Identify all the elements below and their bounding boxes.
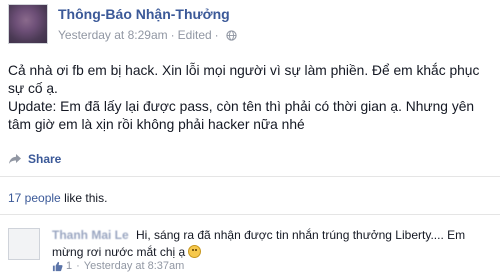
poster-name[interactable]: Thông-Báo Nhận-Thưởng: [58, 6, 230, 22]
comment-actions: 1 · Yesterday at 8:37am: [52, 260, 184, 272]
like-thumb-icon[interactable]: [52, 261, 63, 272]
smiley-emoji-icon: [188, 245, 202, 258]
action-separator: ·: [76, 260, 80, 272]
commenter-avatar[interactable]: [8, 228, 40, 260]
comment: Thanh Mai Le Hi, sáng ra đã nhận được ti…: [52, 227, 492, 261]
facebook-post: Thông-Báo Nhận-Thưởng Yesterday at 8:29a…: [0, 0, 500, 277]
likes-summary: 17 people like this.: [8, 191, 107, 205]
post-text-line: Cả nhà ơi fb em bị hack. Xin lỗi mọi ngư…: [8, 63, 480, 96]
share-label: Share: [28, 152, 62, 166]
comment-like-count[interactable]: 1: [66, 260, 72, 272]
share-arrow-icon: [9, 154, 21, 164]
likes-count[interactable]: 17 people: [8, 191, 61, 205]
comment-timestamp[interactable]: Yesterday at 8:37am: [84, 260, 185, 272]
post-timestamp[interactable]: Yesterday at 8:29am: [58, 28, 168, 42]
share-button[interactable]: Share: [8, 152, 61, 166]
meta-separator: ·: [170, 28, 175, 42]
globe-icon[interactable]: [226, 29, 237, 41]
meta-separator-2: ·: [214, 28, 219, 42]
edited-label[interactable]: Edited: [178, 28, 212, 42]
post-meta: Yesterday at 8:29am · Edited ·: [58, 28, 237, 42]
post-text: Cả nhà ơi fb em bị hack. Xin lỗi mọi ngư…: [8, 62, 492, 134]
poster-avatar[interactable]: [8, 4, 48, 44]
post-text-update: Update: Em đã lấy lại được pass, còn tên…: [8, 99, 475, 132]
divider: [0, 176, 500, 177]
likes-suffix: like this.: [64, 191, 108, 205]
divider-2: [0, 214, 500, 215]
commenter-name[interactable]: Thanh Mai Le: [52, 228, 129, 242]
